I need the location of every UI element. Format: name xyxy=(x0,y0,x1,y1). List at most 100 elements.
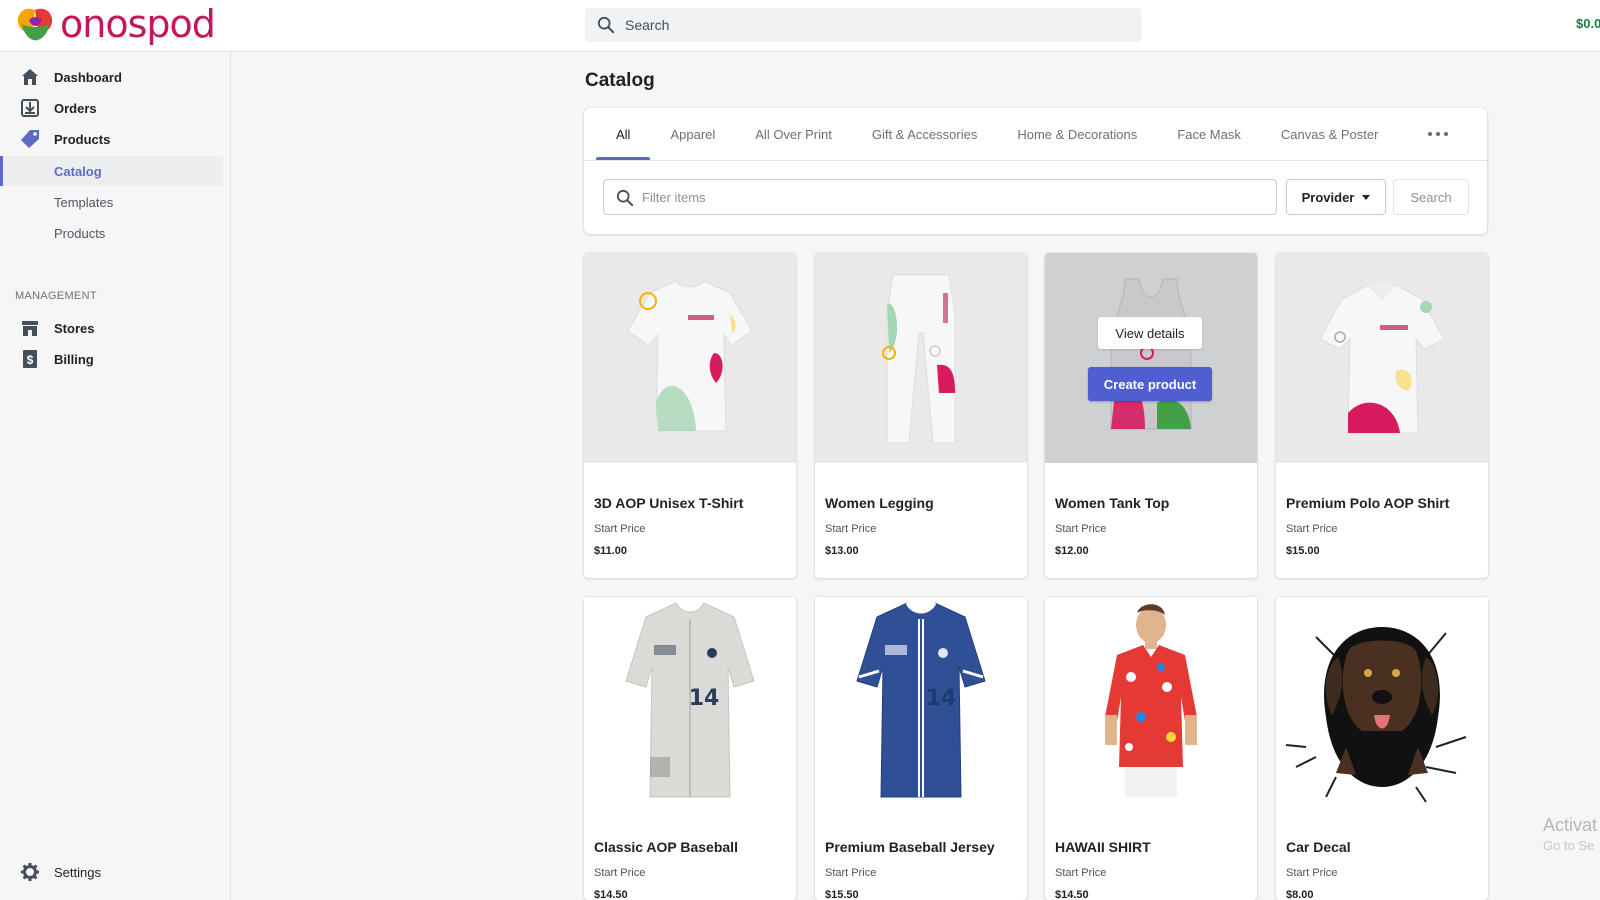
product-name[interactable]: Women Tank Top xyxy=(1055,495,1169,511)
product-image[interactable] xyxy=(584,253,796,463)
start-price-label: Start Price xyxy=(594,523,646,535)
global-search-placeholder: Search xyxy=(625,17,670,33)
sidebar-item-label: Dashboard xyxy=(54,69,122,85)
gear-icon xyxy=(21,863,39,881)
sidebar-item-orders[interactable]: Orders xyxy=(0,93,231,123)
account-balance[interactable]: $0.0 xyxy=(1576,16,1600,31)
legging-image xyxy=(882,274,956,444)
category-tabs: All Apparel All Over Print Gift & Access… xyxy=(596,108,1398,160)
sidebar-subitem-label: Templates xyxy=(54,194,114,210)
baseball-jersey-grey-image: 14 xyxy=(625,602,755,798)
product-image[interactable] xyxy=(1276,253,1488,463)
logo-mark-icon xyxy=(17,8,53,41)
product-card[interactable]: HAWAII SHIRT Start Price $14.50 xyxy=(1045,597,1257,900)
start-price-label: Start Price xyxy=(825,867,877,879)
brand-name: onospod xyxy=(60,2,216,46)
management-section-label: MANAGEMENT xyxy=(15,290,97,302)
baseball-jersey-blue-image: 14 xyxy=(856,602,986,798)
sidebar-item-dashboard[interactable]: Dashboard xyxy=(0,62,231,92)
download-icon xyxy=(21,99,39,117)
product-image[interactable]: 14 xyxy=(815,597,1027,807)
billing-icon: $ xyxy=(23,350,37,368)
sidebar-item-stores[interactable]: Stores xyxy=(0,313,231,343)
product-name[interactable]: Premium Polo AOP Shirt xyxy=(1286,495,1449,511)
tab-gift-accessories[interactable]: Gift & Accessories xyxy=(852,108,997,160)
product-name[interactable]: Car Decal xyxy=(1286,839,1351,855)
sidebar-item-label: Stores xyxy=(54,320,95,336)
product-image[interactable]: View details Create product xyxy=(1045,253,1257,463)
svg-text:14: 14 xyxy=(926,686,957,711)
sidebar-subitem-catalog[interactable]: Catalog xyxy=(0,156,223,186)
product-name[interactable]: 3D AOP Unisex T-Shirt xyxy=(594,495,743,511)
global-search-input[interactable]: Search xyxy=(585,8,1142,42)
product-price: $15.00 xyxy=(1286,545,1320,557)
tshirt-image xyxy=(627,280,753,432)
product-price: $8.00 xyxy=(1286,889,1314,900)
activation-watermark: Activat xyxy=(1543,815,1598,835)
sidebar-item-label: Products xyxy=(54,131,111,147)
sidebar-subitem-templates[interactable]: Templates xyxy=(0,187,231,217)
create-product-button[interactable]: Create product xyxy=(1088,367,1212,401)
product-price: $15.50 xyxy=(825,889,859,900)
product-name[interactable]: Women Legging xyxy=(825,495,934,511)
polo-shirt-image xyxy=(1319,283,1445,434)
store-icon xyxy=(22,321,38,336)
product-card[interactable]: Car Decal Start Price $8.00 xyxy=(1276,597,1488,900)
car-decal-dog-image xyxy=(1285,627,1467,803)
product-image[interactable] xyxy=(1276,597,1488,807)
chevron-down-icon xyxy=(1362,194,1371,200)
top-bar: onospod Search $0.0 xyxy=(0,0,1600,52)
tab-all[interactable]: All xyxy=(596,108,651,160)
product-price: $14.50 xyxy=(594,889,628,900)
start-price-label: Start Price xyxy=(1055,523,1107,535)
sidebar-subitem-label: Products xyxy=(54,225,106,241)
product-image[interactable] xyxy=(1045,597,1257,807)
product-card[interactable]: 14 Classic AOP Baseball Start Price $14.… xyxy=(584,597,796,900)
sidebar: Dashboard Orders Products Catalog Templa… xyxy=(0,52,231,900)
product-name[interactable]: Premium Baseball Jersey xyxy=(825,839,995,855)
sidebar-item-billing[interactable]: $ Billing xyxy=(0,344,231,374)
tabs-divider xyxy=(584,160,1487,161)
filter-items-placeholder: Filter items xyxy=(642,189,706,205)
tab-home-decorations[interactable]: Home & Decorations xyxy=(997,108,1157,160)
start-price-label: Start Price xyxy=(594,867,646,879)
tab-all-over-print[interactable]: All Over Print xyxy=(735,108,852,160)
product-card[interactable]: View details Create product Women Tank T… xyxy=(1045,253,1257,578)
sidebar-item-label: Orders xyxy=(54,100,97,116)
product-price: $11.00 xyxy=(594,545,628,557)
product-card[interactable]: Premium Polo AOP Shirt Start Price $15.0… xyxy=(1276,253,1488,578)
filter-items-input[interactable]: Filter items xyxy=(603,179,1277,215)
more-tabs-icon[interactable] xyxy=(1424,124,1452,144)
view-details-button[interactable]: View details xyxy=(1098,317,1202,349)
search-button[interactable]: Search xyxy=(1393,179,1469,215)
product-card[interactable]: Women Legging Start Price $13.00 xyxy=(815,253,1027,578)
search-icon xyxy=(597,16,615,34)
product-price: $13.00 xyxy=(825,545,859,557)
hawaii-shirt-image xyxy=(1105,604,1197,797)
sidebar-item-products[interactable]: Products xyxy=(0,124,231,154)
product-card[interactable]: 3D AOP Unisex T-Shirt Start Price $11.00 xyxy=(584,253,796,578)
tab-canvas-poster[interactable]: Canvas & Poster xyxy=(1261,108,1399,160)
activation-watermark-subtitle: Go to Se xyxy=(1543,838,1595,853)
sidebar-item-settings[interactable]: Settings xyxy=(0,857,231,887)
home-icon xyxy=(22,69,38,85)
tab-apparel[interactable]: Apparel xyxy=(650,108,735,160)
product-price: $12.00 xyxy=(1055,545,1089,557)
page-title: Catalog xyxy=(585,70,655,91)
product-price: $14.50 xyxy=(1055,889,1089,900)
product-image[interactable]: 14 xyxy=(584,597,796,807)
logo[interactable]: onospod xyxy=(14,2,216,46)
product-name[interactable]: Classic AOP Baseball xyxy=(594,839,738,855)
start-price-label: Start Price xyxy=(1286,867,1338,879)
provider-dropdown[interactable]: Provider xyxy=(1286,179,1386,215)
provider-label: Provider xyxy=(1301,189,1355,205)
catalog-filter-card: All Apparel All Over Print Gift & Access… xyxy=(584,108,1487,234)
start-price-label: Start Price xyxy=(1286,523,1338,535)
product-image[interactable] xyxy=(815,253,1027,463)
sidebar-subitem-products[interactable]: Products xyxy=(0,218,231,248)
sidebar-item-label: Billing xyxy=(54,351,94,367)
tab-face-mask[interactable]: Face Mask xyxy=(1157,108,1261,160)
product-name[interactable]: HAWAII SHIRT xyxy=(1055,839,1151,855)
sidebar-subitem-label: Catalog xyxy=(54,163,102,179)
product-card[interactable]: 14 Premium Baseball Jersey Start Price $… xyxy=(815,597,1027,900)
